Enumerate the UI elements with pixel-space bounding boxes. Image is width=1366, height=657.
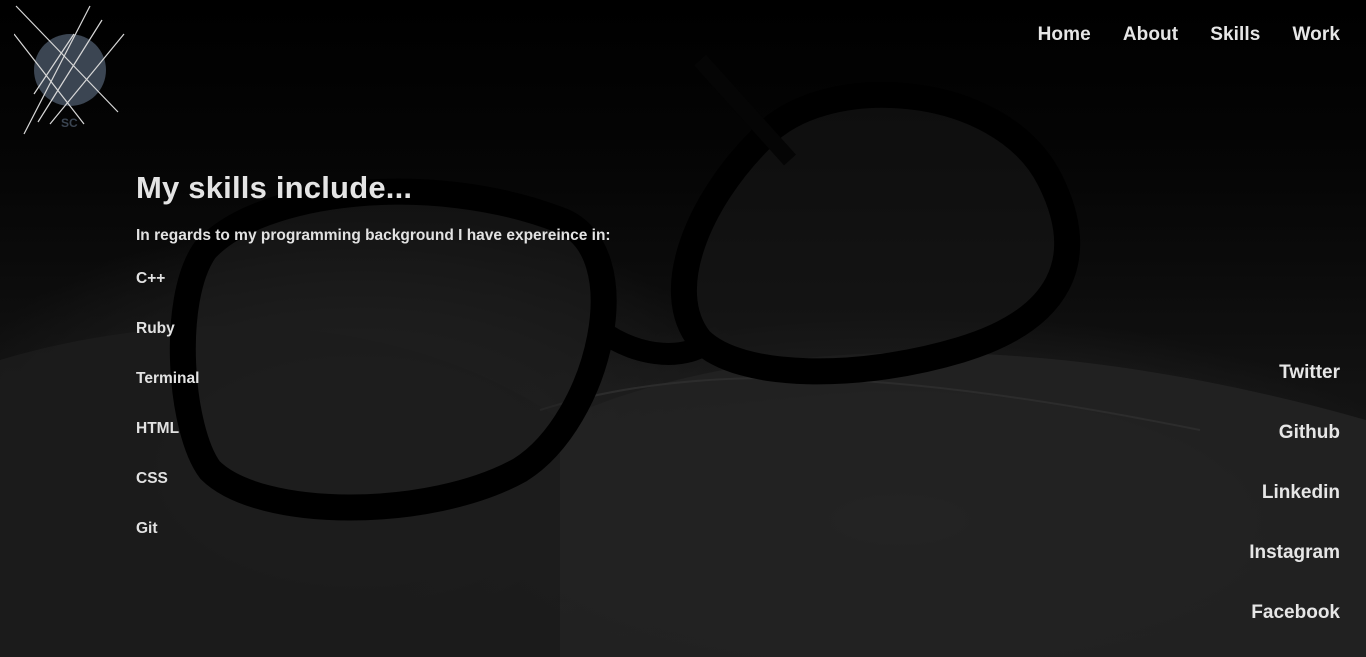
social-facebook-link[interactable]: Facebook (1251, 602, 1340, 624)
nav-home-link[interactable]: Home (1038, 24, 1091, 46)
nav-skills-link[interactable]: Skills (1210, 24, 1260, 46)
skills-section: My skills include... In regards to my pr… (136, 170, 611, 569)
skill-item-cpp: C++ (136, 270, 166, 287)
social-twitter-link[interactable]: Twitter (1279, 362, 1340, 384)
page: SC Home About Skills Work My skills incl… (0, 0, 1366, 657)
social-linkedin-link[interactable]: Linkedin (1262, 482, 1340, 504)
skills-list: C++ Ruby Terminal HTML CSS Git (136, 269, 611, 569)
skill-item-git: Git (136, 520, 158, 537)
skill-item-html: HTML (136, 420, 180, 437)
logo-mark-icon: SC (13, 5, 125, 135)
skill-item-ruby: Ruby (136, 320, 175, 337)
main-nav: Home About Skills Work (1038, 24, 1340, 46)
skills-title: My skills include... (136, 170, 413, 205)
logo-initials: SC (61, 116, 78, 130)
skill-item-css: CSS (136, 470, 168, 487)
site-logo[interactable]: SC (13, 4, 126, 138)
nav-work-link[interactable]: Work (1292, 24, 1340, 46)
social-github-link[interactable]: Github (1279, 422, 1340, 444)
social-instagram-link[interactable]: Instagram (1249, 542, 1340, 564)
nav-about-link[interactable]: About (1123, 24, 1178, 46)
social-links: Twitter Github Linkedin Instagram Facebo… (1249, 362, 1340, 624)
skill-item-terminal: Terminal (136, 370, 200, 387)
skills-intro: In regards to my programming background … (136, 227, 611, 244)
